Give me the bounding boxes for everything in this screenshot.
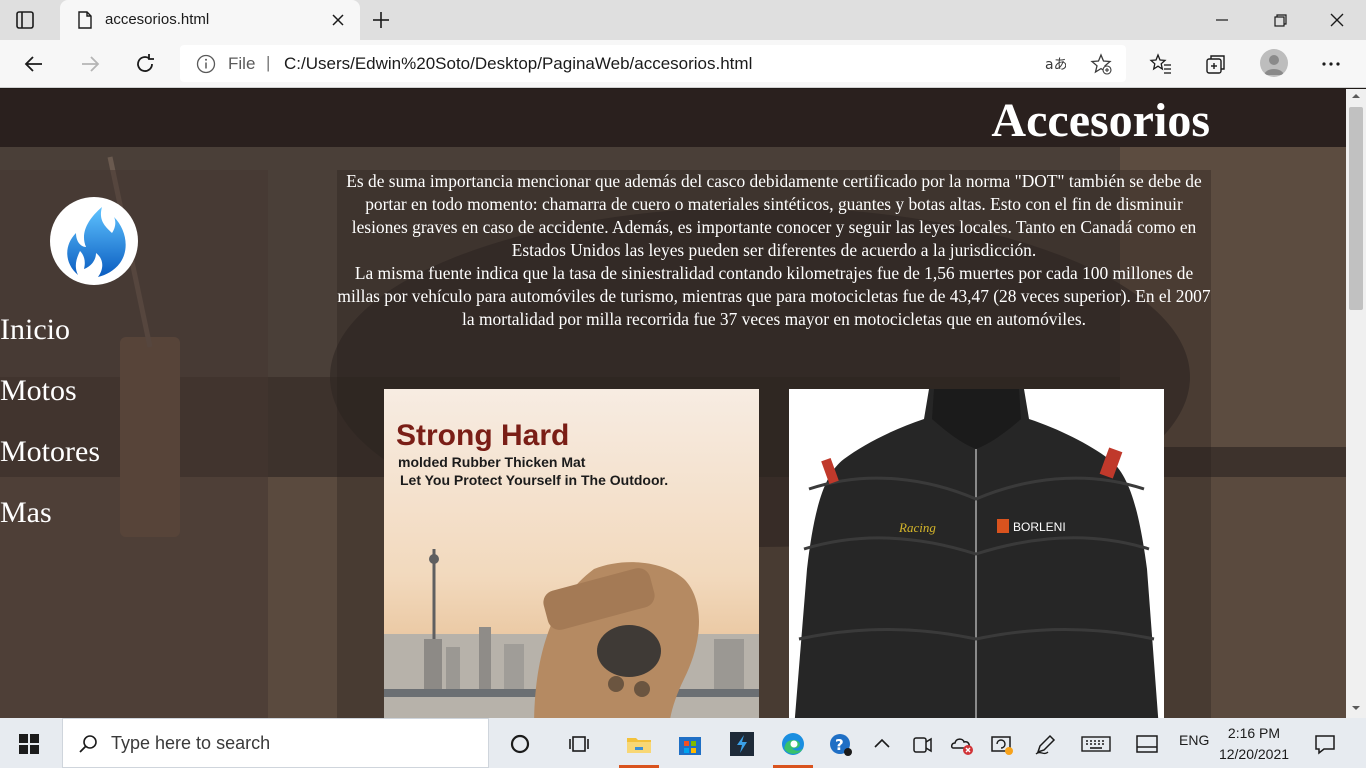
- gloves-ad-headline: Strong Hard: [396, 419, 569, 452]
- browser-tab[interactable]: accesorios.html: [60, 0, 360, 40]
- tab-title: accesorios.html: [105, 11, 210, 28]
- page-title: Accesorios: [991, 94, 1210, 147]
- profile-icon: [1264, 55, 1284, 75]
- onedrive-error-icon[interactable]: [948, 730, 976, 758]
- minimize-icon[interactable]: [1210, 8, 1234, 32]
- file-explorer-icon[interactable]: [625, 730, 653, 758]
- close-tab-icon[interactable]: [328, 10, 348, 30]
- notifications-icon[interactable]: [1311, 730, 1339, 758]
- system-clock[interactable]: 2:16 PM 12/20/2021: [1214, 723, 1294, 765]
- clock-date: 12/20/2021: [1218, 746, 1290, 762]
- jacket-label-racing: Racing: [898, 520, 936, 535]
- collections-icon[interactable]: [1204, 52, 1228, 76]
- browser-toolbar: File | C:/Users/Edwin%20Soto/Desktop/Pag…: [0, 40, 1366, 88]
- address-bar[interactable]: File | C:/Users/Edwin%20Soto/Desktop/Pag…: [180, 45, 1126, 82]
- restore-icon[interactable]: [1268, 8, 1292, 32]
- profile-avatar[interactable]: [1260, 49, 1288, 77]
- favorites-icon[interactable]: [1149, 52, 1173, 76]
- browser-tab-bar: accesorios.html: [0, 0, 1366, 40]
- nav-link-mas[interactable]: Mas: [0, 496, 52, 530]
- sidebar: Inicio Motos Motores Mas: [0, 170, 268, 718]
- scroll-up-icon[interactable]: [1346, 89, 1366, 103]
- page-scrollbar[interactable]: [1346, 89, 1366, 718]
- gloves-product-image[interactable]: Strong Hard molded Rubber Thicken Mat Le…: [384, 389, 759, 718]
- edge-browser-icon[interactable]: [779, 730, 807, 758]
- nav-link-inicio[interactable]: Inicio: [0, 313, 70, 347]
- windows-taskbar: Type here to search ? ENG 2:16 PM 12/20/…: [0, 718, 1366, 768]
- help-icon[interactable]: ?: [826, 730, 854, 758]
- microsoft-store-icon[interactable]: [676, 730, 704, 758]
- refresh-icon[interactable]: [133, 52, 157, 76]
- gloves-ad-line-2: Let You Protect Yourself in The Outdoor.: [400, 472, 668, 488]
- search-placeholder: Type here to search: [111, 733, 271, 753]
- taskbar-search[interactable]: Type here to search: [62, 718, 489, 768]
- close-window-icon[interactable]: [1325, 8, 1349, 32]
- web-page: Accesorios Inicio Motos Motores Mas Es d…: [0, 89, 1346, 718]
- show-hidden-icons-chevron-icon[interactable]: [868, 730, 896, 758]
- jacket-product-image[interactable]: Racing BORLENI: [789, 389, 1164, 718]
- page-header: Accesorios: [0, 89, 1346, 147]
- cortana-icon[interactable]: [506, 730, 534, 758]
- main-content: Es de suma importancia mencionar que ade…: [337, 170, 1211, 718]
- forward-icon[interactable]: [78, 52, 102, 76]
- add-favorite-icon[interactable]: [1090, 53, 1112, 75]
- article-text: Es de suma importancia mencionar que ade…: [337, 170, 1211, 331]
- paragraph-2: La misma fuente indica que la tasa de si…: [337, 263, 1211, 329]
- windows-start-icon[interactable]: [18, 733, 40, 755]
- scroll-thumb[interactable]: [1349, 107, 1363, 310]
- site-logo[interactable]: [50, 197, 138, 285]
- clock-time: 2:16 PM: [1227, 725, 1281, 741]
- touch-keyboard-icon[interactable]: [1081, 730, 1111, 758]
- new-tab-icon[interactable]: [370, 9, 392, 31]
- read-aloud-icon[interactable]: aあ: [1044, 53, 1066, 75]
- scroll-down-icon[interactable]: [1346, 701, 1366, 715]
- nav-link-motores[interactable]: Motores: [0, 435, 100, 469]
- site-info-icon[interactable]: [196, 54, 216, 74]
- address-separator: |: [266, 53, 271, 72]
- pen-workspace-icon[interactable]: [1032, 730, 1060, 758]
- tablet-mode-icon[interactable]: [1133, 730, 1161, 758]
- back-icon[interactable]: [22, 52, 46, 76]
- more-options-icon[interactable]: [1319, 52, 1343, 76]
- paragraph-1: Es de suma importancia mencionar que ade…: [346, 171, 1202, 260]
- nav-link-motos[interactable]: Motos: [0, 374, 77, 408]
- jacket-label-borleni: BORLENI: [1013, 520, 1066, 534]
- document-icon: [78, 11, 92, 29]
- jacket-photo: Racing BORLENI: [789, 389, 1164, 718]
- svg-text:aあ: aあ: [1045, 57, 1066, 73]
- flame-logo-icon: [67, 207, 126, 277]
- meet-now-icon[interactable]: [908, 730, 936, 758]
- address-url[interactable]: C:/Users/Edwin%20Soto/Desktop/PaginaWeb/…: [284, 54, 752, 74]
- tab-actions-icon[interactable]: [14, 9, 36, 31]
- gloves-photo: Strong Hard molded Rubber Thicken Mat Le…: [384, 389, 759, 718]
- task-view-icon[interactable]: [566, 730, 594, 758]
- svg-text:?: ?: [835, 736, 844, 754]
- gloves-ad-line-1: molded Rubber Thicken Mat: [398, 454, 586, 470]
- visual-studio-icon[interactable]: [728, 730, 756, 758]
- update-status-icon[interactable]: [988, 730, 1016, 758]
- input-language[interactable]: ENG: [1179, 732, 1209, 748]
- address-scheme: File: [228, 54, 256, 73]
- search-icon: [79, 735, 97, 753]
